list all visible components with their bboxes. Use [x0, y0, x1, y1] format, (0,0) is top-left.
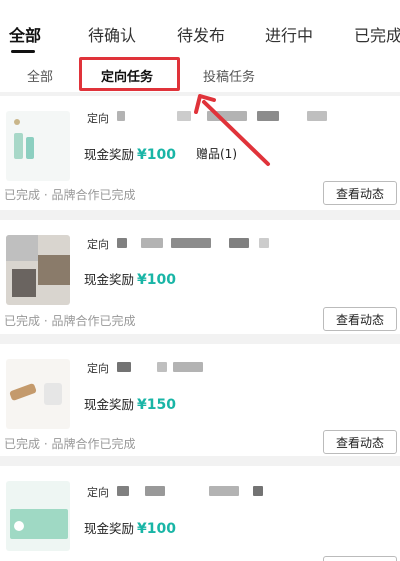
reward-value: ¥100 — [137, 147, 176, 163]
reward-value: ¥150 — [137, 397, 176, 413]
task-card[interactable]: 定向 现金奖励 ¥100 已完成 · 品牌合作已完成 查看动态 — [0, 220, 400, 334]
cash-reward: 现金奖励 ¥100 — [84, 269, 176, 288]
directed-tag: 定向 — [87, 112, 109, 125]
reward-value: ¥100 — [137, 521, 176, 537]
gift-count: 赠品(1) — [196, 147, 237, 161]
status-text: 已完成 · 品牌合作已完成 — [4, 437, 136, 451]
view-activity-button[interactable]: 查看动态 — [323, 181, 397, 205]
product-thumbnail — [6, 359, 70, 429]
view-activity-button[interactable] — [323, 556, 397, 561]
tab-all[interactable]: 全部 — [9, 22, 41, 46]
redacted-title — [117, 486, 267, 498]
task-card[interactable]: 定向 现金奖励 ¥100 — [0, 466, 400, 561]
redacted-title — [117, 362, 217, 374]
task-card[interactable]: 定向 现金奖励 ¥100 赠品(1) 已完成 · 品牌合作已完成 查看动态 — [0, 96, 400, 210]
product-thumbnail — [6, 111, 70, 181]
tab-pending-confirm[interactable]: 待确认 — [88, 22, 136, 46]
status-text: 已完成 · 品牌合作已完成 — [4, 188, 136, 202]
product-thumbnail — [6, 481, 70, 551]
cash-reward: 现金奖励 ¥100 — [84, 518, 176, 537]
active-tab-indicator — [11, 50, 35, 53]
task-card[interactable]: 定向 现金奖励 ¥150 已完成 · 品牌合作已完成 查看动态 — [0, 344, 400, 456]
directed-tag: 定向 — [87, 486, 109, 499]
reward-value: ¥100 — [137, 272, 176, 288]
redacted-title — [117, 238, 277, 250]
reward-label: 现金奖励 — [84, 397, 135, 412]
subtab-all[interactable]: 全部 — [27, 66, 53, 85]
cash-reward: 现金奖励 ¥150 — [84, 394, 176, 413]
tab-in-progress[interactable]: 进行中 — [265, 22, 313, 46]
tab-completed[interactable]: 已完成 — [354, 22, 400, 46]
status-tab-bar: 全部 待确认 待发布 进行中 已完成 — [0, 0, 400, 58]
view-activity-button[interactable]: 查看动态 — [323, 430, 397, 454]
subtab-submission-task[interactable]: 投稿任务 — [203, 66, 255, 85]
cash-reward: 现金奖励 ¥100 — [84, 144, 176, 163]
product-thumbnail — [6, 235, 70, 305]
redacted-title — [117, 111, 337, 123]
status-text: 已完成 · 品牌合作已完成 — [4, 314, 136, 328]
reward-label: 现金奖励 — [84, 272, 135, 287]
directed-tag: 定向 — [87, 362, 109, 375]
directed-tag: 定向 — [87, 238, 109, 251]
view-activity-button[interactable]: 查看动态 — [323, 307, 397, 331]
task-type-tab-bar: 全部 定向任务 投稿任务 — [0, 58, 400, 92]
reward-label: 现金奖励 — [84, 521, 135, 536]
tab-pending-publish[interactable]: 待发布 — [177, 22, 225, 46]
reward-label: 现金奖励 — [84, 147, 135, 162]
highlight-annotation-box — [79, 57, 180, 91]
